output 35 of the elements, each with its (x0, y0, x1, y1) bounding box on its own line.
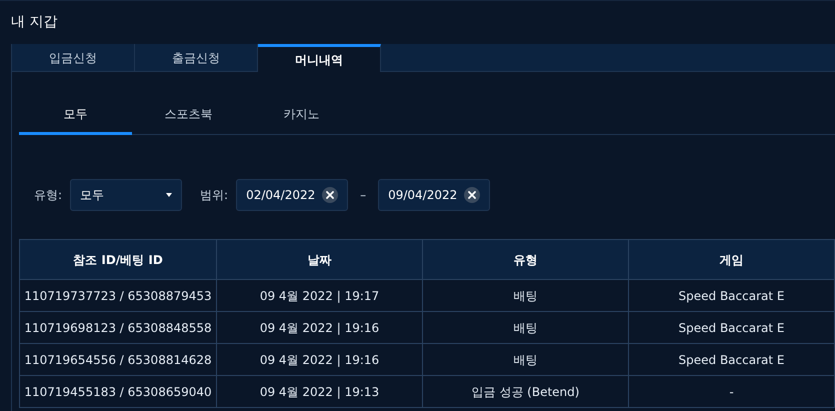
clear-icon[interactable] (464, 187, 480, 203)
sub-tab[interactable]: 스포츠북 (132, 95, 245, 135)
table-cell: 배팅 (423, 280, 629, 312)
table-cell: 09 4월 2022 | 19:17 (217, 280, 423, 312)
table-cell: 09 4월 2022 | 19:16 (217, 344, 423, 376)
column-header: 게임 (629, 240, 835, 280)
date-from-field[interactable]: 02/04/2022 (236, 179, 348, 211)
type-label: 유형: (34, 187, 62, 204)
tab[interactable]: 입금신청 (12, 44, 135, 71)
column-header: 유형 (423, 240, 629, 280)
table-cell: 110719654556 / 65308814628 (20, 344, 217, 376)
table-cell: 09 4월 2022 | 19:13 (217, 376, 423, 408)
table-cell: 09 4월 2022 | 19:16 (217, 312, 423, 344)
caret-icon (166, 193, 172, 197)
page-title: 내 지갑 (11, 13, 58, 32)
clear-icon[interactable] (322, 187, 338, 203)
table-cell: Speed Baccarat E (629, 280, 835, 312)
table-cell: 배팅 (423, 344, 629, 376)
tab[interactable]: 머니내역 (258, 44, 381, 72)
date-to-field[interactable]: 09/04/2022 (378, 179, 490, 211)
column-header: 날짜 (217, 240, 423, 280)
type-dropdown[interactable]: 모두 (70, 179, 182, 211)
range-label: 범위: (200, 187, 228, 204)
sub-tab[interactable]: 카지노 (245, 95, 358, 135)
table-cell: 배팅 (423, 312, 629, 344)
table-cell: - (629, 376, 835, 408)
sub-tab[interactable]: 모두 (19, 95, 132, 135)
table-cell: 입금 성공 (Betend) (423, 376, 629, 408)
column-header: 참조 ID/베팅 ID (20, 240, 217, 280)
table-cell: Speed Baccarat E (629, 344, 835, 376)
table-cell: 110719737723 / 65308879453 (20, 280, 217, 312)
date-separator: – (359, 187, 368, 204)
table-cell: Speed Baccarat E (629, 312, 835, 344)
table-cell: 110719698123 / 65308848558 (20, 312, 217, 344)
table-cell: 110719455183 / 65308659040 (20, 376, 217, 408)
